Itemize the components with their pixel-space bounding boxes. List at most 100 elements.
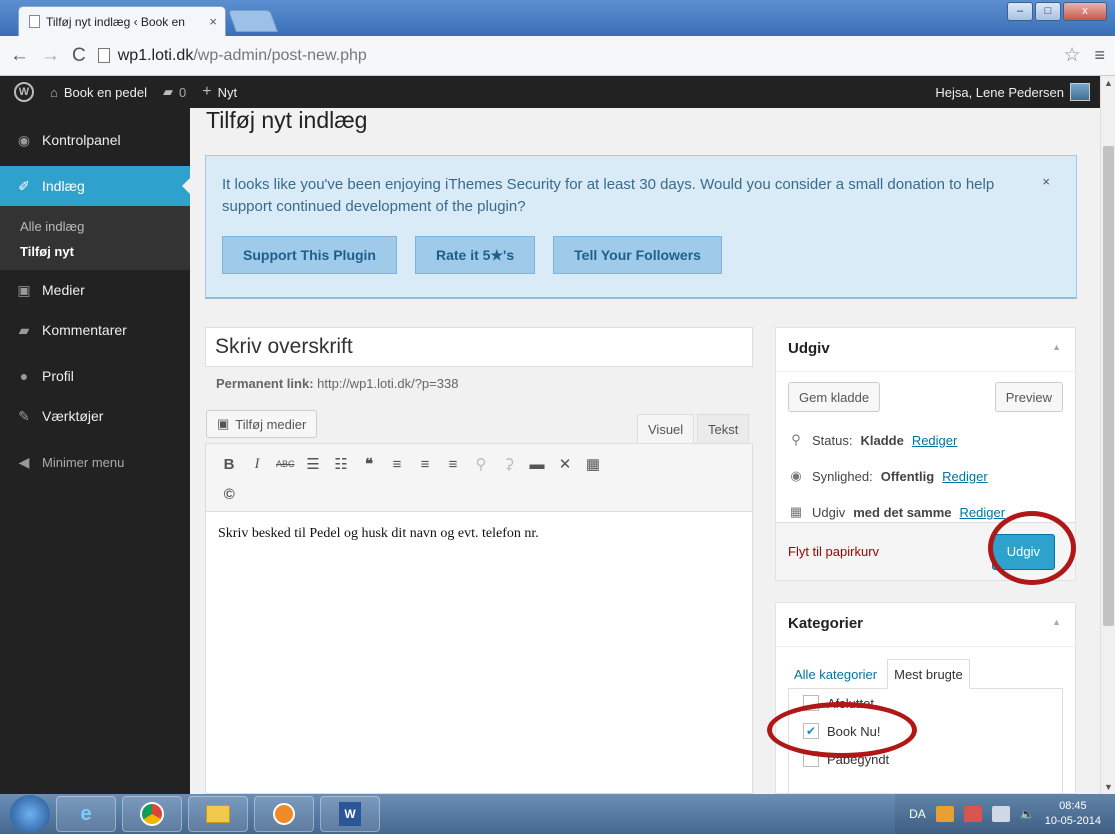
minimize-window-button[interactable]: – xyxy=(1007,2,1033,21)
category-checkbox[interactable] xyxy=(803,751,819,767)
add-media-button[interactable]: ▣ Tilføj medier xyxy=(206,410,318,438)
toolbar-toggle-icon[interactable]: ▦ xyxy=(584,455,602,473)
unlink-icon[interactable]: ⚳ xyxy=(500,455,518,473)
scrollbar-thumb[interactable] xyxy=(1103,146,1114,626)
sidebar-item-media[interactable]: ▣ Medier xyxy=(0,270,190,310)
collapse-toggle-icon[interactable]: ▲ xyxy=(1052,342,1061,352)
submenu-add-new[interactable]: Tilføj nyt xyxy=(0,239,190,264)
category-item[interactable]: Påbegyndt xyxy=(803,745,1048,773)
sidebar-item-comments[interactable]: ▰ Kommentarer xyxy=(0,310,190,350)
align-center-icon[interactable]: ≡ xyxy=(416,456,434,473)
move-to-trash-link[interactable]: Flyt til papirkurv xyxy=(788,544,879,559)
support-plugin-button[interactable]: Support This Plugin xyxy=(222,236,397,274)
start-button[interactable] xyxy=(10,795,50,833)
media-player-icon[interactable] xyxy=(254,796,314,832)
action-center-icon[interactable] xyxy=(963,806,982,822)
edit-visibility-link[interactable]: Rediger xyxy=(942,469,988,484)
close-window-button[interactable]: x xyxy=(1063,2,1107,21)
maximize-window-button[interactable]: □ xyxy=(1035,2,1061,21)
browser-tab[interactable]: Tilføj nyt indlæg ‹ Book en × xyxy=(18,6,226,36)
bullet-list-icon[interactable]: ☰ xyxy=(304,455,322,473)
internet-explorer-icon[interactable]: e xyxy=(56,796,116,832)
browser-titlebar: Tilføj nyt indlæg ‹ Book en × – □ x xyxy=(0,0,1115,36)
network-icon[interactable] xyxy=(991,806,1010,822)
numbered-list-icon[interactable]: ☷ xyxy=(332,455,350,473)
volume-icon[interactable]: 🔈 xyxy=(1020,807,1035,821)
publish-button[interactable]: Udgiv xyxy=(991,533,1055,570)
category-item[interactable]: Afsluttet xyxy=(803,689,1048,717)
file-explorer-icon[interactable] xyxy=(188,796,248,832)
user-icon: ● xyxy=(19,368,29,384)
scroll-down-icon[interactable]: ▼ xyxy=(1104,782,1113,792)
sidebar-item-label: Medier xyxy=(42,282,85,298)
read-more-icon[interactable]: ▬ xyxy=(528,456,546,473)
plugin-c-icon[interactable]: © xyxy=(220,486,238,503)
new-tab-button[interactable] xyxy=(227,10,279,32)
strikethrough-icon[interactable]: ABC xyxy=(276,459,295,469)
language-indicator[interactable]: DA xyxy=(909,807,926,821)
sidebar-item-dashboard[interactable]: ◉ Kontrolpanel xyxy=(0,120,190,160)
page-favicon-icon xyxy=(29,15,40,28)
permalink-label: Permanent link: xyxy=(216,376,314,391)
new-content-link[interactable]: + Nyt xyxy=(202,83,237,101)
publish-actions: Gem kladde Preview xyxy=(776,372,1075,412)
tell-followers-button[interactable]: Tell Your Followers xyxy=(553,236,722,274)
align-right-icon[interactable]: ≡ xyxy=(444,456,462,473)
tab-close-icon[interactable]: × xyxy=(209,14,217,29)
clock-time: 08:45 xyxy=(1059,800,1087,812)
page-scrollbar[interactable]: ▲ ▼ xyxy=(1100,76,1115,794)
submenu-all-posts[interactable]: Alle indlæg xyxy=(0,214,190,239)
visibility-label: Synlighed: xyxy=(812,468,873,484)
url-path: /wp-admin/post-new.php xyxy=(193,46,367,64)
bookmark-star-icon[interactable]: ☆ xyxy=(1063,44,1080,67)
sidebar-item-label: Profil xyxy=(42,368,74,384)
sidebar-item-tools[interactable]: ✎ Værktøjer xyxy=(0,396,190,436)
preview-button[interactable]: Preview xyxy=(994,382,1063,412)
minimize-menu-button[interactable]: ◀ Minimer menu xyxy=(0,442,190,482)
category-checkbox-checked[interactable]: ✔ xyxy=(803,723,819,739)
back-icon[interactable]: ← xyxy=(10,45,29,67)
edit-status-link[interactable]: Rediger xyxy=(912,433,958,448)
tray-app-icon[interactable] xyxy=(935,806,954,822)
align-left-icon[interactable]: ≡ xyxy=(388,456,406,473)
word-icon[interactable]: W xyxy=(320,796,380,832)
chrome-icon[interactable] xyxy=(122,796,182,832)
account-menu[interactable]: Hejsa, Lene Pedersen xyxy=(935,83,1090,101)
address-bar[interactable]: wp1.loti.dk/wp-admin/post-new.php xyxy=(97,42,1054,70)
sidebar-item-profile[interactable]: ● Profil xyxy=(0,356,190,396)
posts-submenu: Alle indlæg Tilføj nyt xyxy=(0,206,190,270)
tab-most-used[interactable]: Mest brugte xyxy=(887,659,970,689)
status-value: Kladde xyxy=(860,432,904,448)
browser-menu-icon[interactable]: ≡ xyxy=(1094,45,1105,66)
rate-plugin-button[interactable]: Rate it 5★'s xyxy=(415,236,536,274)
reload-icon[interactable]: C xyxy=(72,45,86,67)
wordpress-logo-icon[interactable]: W xyxy=(14,82,34,102)
clock-date: 10-05-2014 xyxy=(1044,815,1101,827)
tab-text[interactable]: Tekst xyxy=(697,414,750,444)
toolbar-row-2: © xyxy=(220,482,738,506)
dismiss-notice-icon[interactable]: × xyxy=(1042,174,1050,189)
collapse-toggle-icon[interactable]: ▲ xyxy=(1052,617,1061,627)
category-item[interactable]: ✔ Book Nu! xyxy=(803,717,1048,745)
tab-visual[interactable]: Visuel xyxy=(637,414,695,444)
system-tray: DA 🔈 08:45 10-05-2014 xyxy=(895,794,1115,834)
edit-schedule-link[interactable]: Rediger xyxy=(960,505,1006,520)
link-icon[interactable]: ⚲ xyxy=(472,455,490,473)
comments-link[interactable]: ▰ 0 xyxy=(163,84,186,100)
forward-icon[interactable]: → xyxy=(41,45,60,67)
category-label: Book Nu! xyxy=(827,723,881,739)
blockquote-icon[interactable]: ❝ xyxy=(360,455,378,473)
clock[interactable]: 08:45 10-05-2014 xyxy=(1045,799,1101,829)
sidebar-item-label: Værktøjer xyxy=(42,408,104,424)
category-checkbox[interactable] xyxy=(803,695,819,711)
italic-button[interactable]: I xyxy=(248,456,266,473)
sidebar-item-posts[interactable]: ✐ Indlæg xyxy=(0,166,190,206)
scroll-up-icon[interactable]: ▲ xyxy=(1104,78,1113,88)
bold-button[interactable]: B xyxy=(220,456,238,473)
post-title-input[interactable]: Skriv overskrift xyxy=(205,327,753,367)
site-name-link[interactable]: ⌂ Book en pedel xyxy=(50,85,147,100)
editor-body[interactable]: Skriv besked til Pedel og husk dit navn … xyxy=(206,512,752,556)
fullscreen-icon[interactable]: ✕ xyxy=(556,455,574,473)
tab-all-categories[interactable]: Alle kategorier xyxy=(788,659,883,689)
save-draft-button[interactable]: Gem kladde xyxy=(788,382,881,412)
